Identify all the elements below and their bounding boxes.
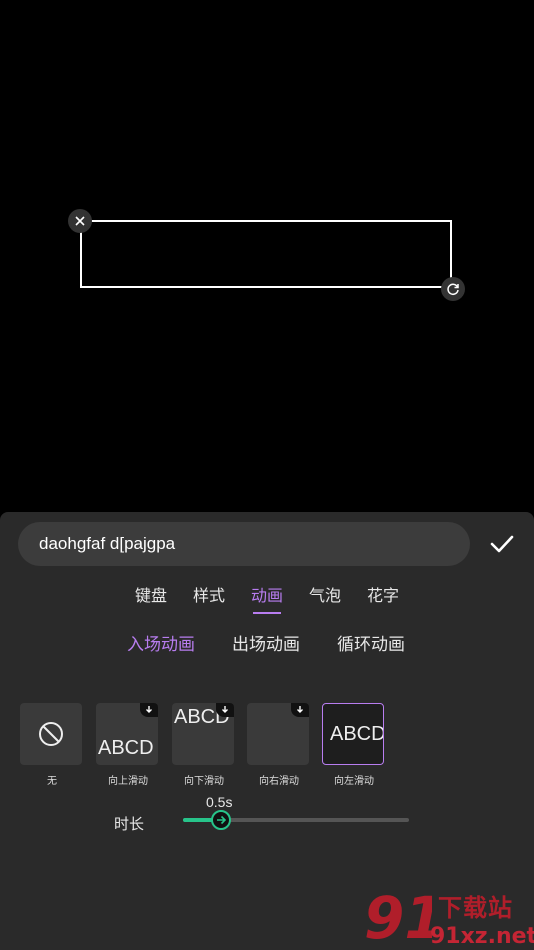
- video-preview: [0, 0, 534, 512]
- tab-fancy-text[interactable]: 花字: [358, 582, 408, 606]
- active-tab-indicator: [253, 612, 281, 614]
- tab-keyboard[interactable]: 键盘: [126, 582, 176, 606]
- download-icon: [216, 703, 234, 717]
- animation-label: 向左滑动: [334, 776, 374, 787]
- text-bounding-box[interactable]: [80, 220, 452, 288]
- animation-slide-down[interactable]: ABCD 向下滑动: [172, 703, 236, 787]
- download-icon: [291, 703, 309, 717]
- animation-label: 向上滑动: [108, 776, 148, 787]
- animation-slide-up[interactable]: ABCD 向上滑动: [96, 703, 160, 787]
- animation-thumbnail: [20, 703, 82, 765]
- animation-preview-text: ABCD: [330, 723, 384, 745]
- tab-style[interactable]: 样式: [184, 582, 234, 606]
- tab-entrance-animation[interactable]: 入场动画: [127, 630, 195, 655]
- slider-thumb[interactable]: [211, 810, 232, 830]
- animation-thumbnail: ABCD: [96, 703, 158, 765]
- rotate-scale-icon[interactable]: [441, 277, 465, 301]
- confirm-check-icon[interactable]: [488, 532, 516, 556]
- tab-label: 花字: [366, 588, 399, 605]
- animation-label: 向右滑动: [259, 776, 299, 787]
- arrow-right-icon: [217, 815, 227, 825]
- animation-thumbnail: ABCD: [172, 703, 234, 765]
- main-tab-bar: 键盘 样式 动画 气泡 花字: [0, 582, 534, 618]
- download-icon: [140, 703, 158, 717]
- animation-slide-right[interactable]: 向右滑动: [247, 703, 311, 787]
- animation-thumbnail: [247, 703, 309, 765]
- tab-label: 样式: [192, 588, 225, 605]
- text-input[interactable]: [37, 533, 470, 555]
- animation-label: 无: [47, 776, 57, 787]
- tab-exit-animation[interactable]: 出场动画: [232, 630, 300, 655]
- animation-slide-left[interactable]: ABCD 向左滑动: [322, 703, 386, 787]
- duration-label: 时长: [114, 816, 145, 833]
- animation-type-tabs: 入场动画 出场动画 循环动画: [0, 630, 534, 656]
- watermark-logo-text: 91: [364, 884, 432, 946]
- watermark-cn-text: 下载站: [438, 895, 513, 922]
- tab-bubble[interactable]: 气泡: [300, 582, 350, 606]
- watermark-url: 91xz.net: [430, 924, 534, 949]
- duration-value: 0.5s: [206, 794, 233, 810]
- none-icon: [39, 722, 63, 746]
- watermark-logo: 91: [364, 884, 432, 946]
- animation-thumbnail: ABCD: [322, 703, 384, 765]
- tab-label: 动画: [250, 588, 283, 605]
- animation-preview-text: ABCD: [98, 737, 154, 759]
- tab-label: 键盘: [134, 588, 167, 605]
- tab-animation[interactable]: 动画: [242, 582, 292, 614]
- tab-label: 气泡: [308, 588, 341, 605]
- tab-loop-animation[interactable]: 循环动画: [337, 630, 405, 655]
- text-input-wrapper: [18, 522, 470, 566]
- close-icon[interactable]: [68, 209, 92, 233]
- animation-none[interactable]: 无: [20, 703, 84, 787]
- animation-label: 向下滑动: [184, 776, 224, 787]
